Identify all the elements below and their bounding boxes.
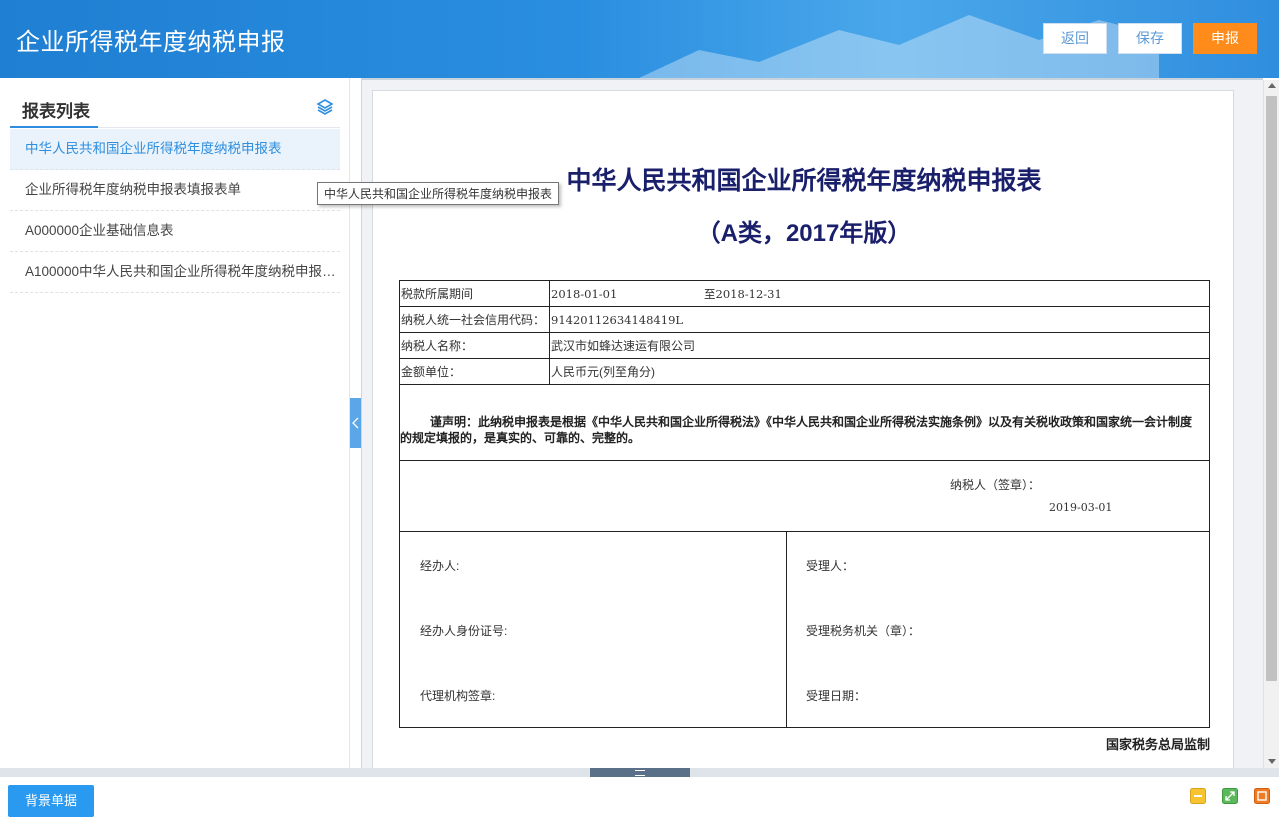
bottom-toolbar: 背景单据 <box>0 777 1279 822</box>
taxpayer-name-label: 纳税人名称： <box>399 332 550 359</box>
layers-icon[interactable] <box>316 98 334 116</box>
background-doc-button[interactable]: 背景单据 <box>8 785 94 817</box>
save-button[interactable]: 保存 <box>1118 23 1182 54</box>
report-list: 中华人民共和国企业所得税年度纳税申报表 企业所得税年度纳税申报表填报表单 A00… <box>10 129 340 293</box>
table-row: 纳税人名称： 武汉市如蜂达速运有限公司 <box>399 332 1210 359</box>
agent-id-label: 经办人身份证号: <box>420 624 508 638</box>
app-title: 企业所得税年度纳税申报 <box>16 29 286 56</box>
table-row: 金额单位： 人民币元(列至角分) <box>399 358 1210 385</box>
taxpayer-name-value: 武汉市如蜂达速运有限公司 <box>549 332 1210 359</box>
taxpayer-signature-label: 纳税人（签章）： <box>950 478 1041 492</box>
submit-button[interactable]: 申报 <box>1193 23 1257 54</box>
sidebar-title-underline <box>10 126 98 128</box>
bottom-splitter <box>0 768 1279 777</box>
minimize-icon[interactable] <box>1190 788 1206 804</box>
receiving-office-label: 受理税务机关（章）： <box>806 624 921 638</box>
declaration-box: 谨声明：此纳税申报表是根据《中华人民共和国企业所得税法》《中华人民共和国企业所得… <box>399 384 1210 461</box>
report-list-item[interactable]: A100000中华人民共和国企业所得税年度纳税申报表（A类） <box>10 252 340 293</box>
agency-seal-label: 代理机构签章: <box>420 689 496 703</box>
period-cell: 2018-01-01 至2018-12-31 <box>549 280 1210 307</box>
back-button[interactable]: 返回 <box>1043 23 1107 54</box>
report-list-item[interactable]: 企业所得税年度纳税申报表填报表单 <box>10 170 340 211</box>
report-list-sidebar: 报表列表 中华人民共和国企业所得税年度纳税申报表 企业所得税年度纳税申报表填报表… <box>0 78 350 768</box>
table-row: 税款所属期间 2018-01-01 至2018-12-31 <box>399 280 1210 307</box>
period-start: 2018-01-01 <box>551 286 618 301</box>
table-row: 纳税人统一社会信用代码： 91420112634148419L <box>399 306 1210 333</box>
scroll-up-arrow-icon[interactable] <box>1268 83 1276 88</box>
sidebar-header: 报表列表 <box>10 90 340 128</box>
app-header: 企业所得税年度纳税申报 返回 保存 申报 <box>0 0 1279 78</box>
form-subtitle: （A类，2017年版） <box>696 220 912 247</box>
credit-code-value: 91420112634148419L <box>549 306 1210 333</box>
splitter-grip-handle[interactable] <box>590 768 690 777</box>
sign-date: 2019-03-01 <box>1049 501 1113 514</box>
restore-icon[interactable] <box>1222 788 1238 804</box>
receive-date-label: 受理日期： <box>806 689 867 703</box>
scroll-down-arrow-icon[interactable] <box>1268 759 1276 764</box>
column-divider <box>786 532 787 727</box>
supervisor-note: 国家税务总局监制 <box>1105 737 1210 752</box>
currency-label: 金额单位： <box>399 358 550 385</box>
sidebar-title: 报表列表 <box>22 102 90 121</box>
vertical-scrollbar[interactable] <box>1263 80 1279 768</box>
currency-value: 人民币元(列至角分) <box>549 358 1210 385</box>
period-label: 税款所属期间 <box>399 280 550 307</box>
report-list-item[interactable]: A000000企业基础信息表 <box>10 211 340 252</box>
signature-box: 纳税人（签章）： 2019-03-01 <box>399 461 1210 532</box>
taxpayer-info-table: 税款所属期间 2018-01-01 至2018-12-31 纳税人统一社会信用代… <box>399 280 1210 385</box>
maximize-icon[interactable] <box>1254 788 1270 804</box>
agent-receiver-box: 经办人: 经办人身份证号: 代理机构签章: 受理人： 受理税务机关（章）： 受理… <box>399 532 1210 728</box>
report-list-item[interactable]: 中华人民共和国企业所得税年度纳税申报表 <box>10 129 340 170</box>
declaration-text: 谨声明：此纳税申报表是根据《中华人民共和国企业所得税法》《中华人民共和国企业所得… <box>400 415 1193 445</box>
scroll-thumb[interactable] <box>1266 96 1277 681</box>
credit-code-label: 纳税人统一社会信用代码： <box>399 306 550 333</box>
period-end: 至2018-12-31 <box>704 286 782 301</box>
hover-tooltip: 中华人民共和国企业所得税年度纳税申报表 <box>317 182 560 205</box>
receiver-label: 受理人： <box>806 559 855 573</box>
agent-label: 经办人: <box>420 559 460 573</box>
chevron-left-icon <box>352 417 359 429</box>
sidebar-collapse-handle[interactable] <box>350 398 361 448</box>
